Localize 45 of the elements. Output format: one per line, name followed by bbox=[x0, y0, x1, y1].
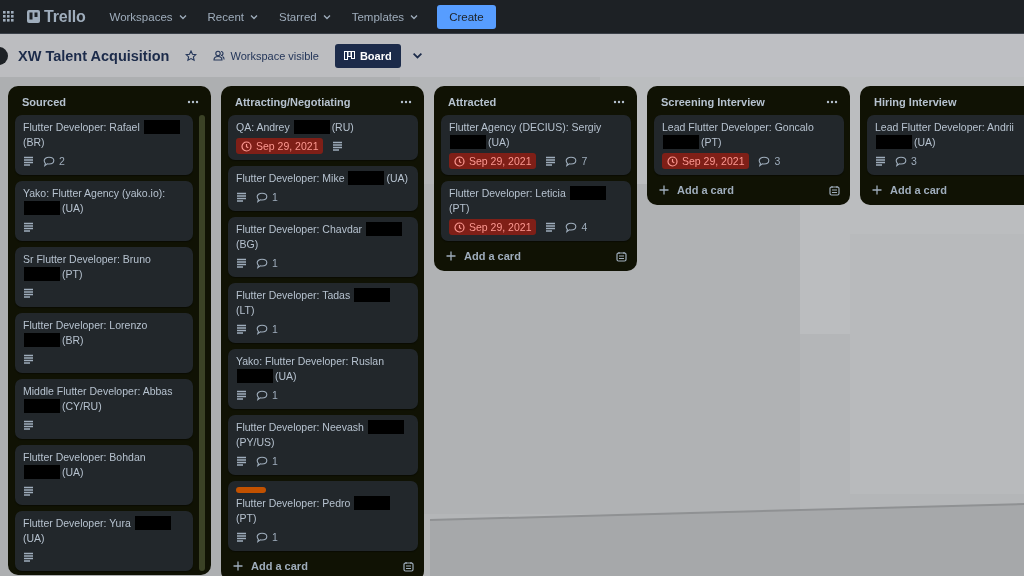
due-date-badge[interactable]: Sep 29, 2021 bbox=[236, 138, 324, 154]
visibility-button[interactable]: Workspace visible bbox=[207, 44, 325, 67]
card-title[interactable]: Lead Flutter Developer: Goncalo (PT) bbox=[662, 120, 836, 150]
nav-menu-button[interactable]: Workspaces bbox=[101, 4, 196, 29]
comment-count: 1 bbox=[272, 321, 278, 337]
card-title[interactable]: Flutter Developer: Rafael (BR) bbox=[23, 120, 185, 150]
comment-count: 1 bbox=[272, 387, 278, 403]
nav-menu-button[interactable]: Starred bbox=[271, 4, 340, 29]
comment-count: 1 bbox=[272, 189, 278, 205]
comment-count: 7 bbox=[581, 153, 588, 169]
due-date-badge[interactable]: Sep 29, 2021 bbox=[449, 153, 537, 169]
card-title[interactable]: Yako: Flutter Developer: Ruslan (UA) bbox=[236, 354, 410, 384]
card-title[interactable]: QA: Andrey (RU) bbox=[236, 120, 410, 135]
card-title[interactable]: Flutter Developer: Tadas (LT) bbox=[236, 288, 410, 318]
comment-count: 3 bbox=[911, 153, 917, 169]
card-title[interactable]: Flutter Developer: Pedro (PT) bbox=[236, 496, 410, 526]
list-title[interactable]: Attracted bbox=[448, 96, 497, 108]
card-title[interactable]: Flutter Developer: Neevash (PY/US) bbox=[236, 420, 410, 450]
comment-count: 1 bbox=[272, 255, 278, 271]
comment-count: 3 bbox=[774, 153, 781, 169]
add-card-button[interactable]: Add a card bbox=[446, 250, 521, 262]
card-title[interactable]: Flutter Developer: Mike (UA) bbox=[236, 171, 410, 186]
comment-count: 1 bbox=[272, 453, 278, 469]
board-view-button[interactable]: Board bbox=[334, 43, 401, 68]
comment-count: 4 bbox=[581, 219, 588, 235]
logo-text[interactable]: Trello bbox=[44, 7, 86, 26]
board-title[interactable]: XW Talent Acquisition bbox=[18, 47, 170, 64]
list-title[interactable]: Hiring Interview bbox=[874, 96, 957, 108]
card-title[interactable]: Flutter Developer: Chavdar (BG) bbox=[236, 222, 410, 252]
nav-menu-button[interactable]: Templates bbox=[343, 4, 428, 29]
card-title[interactable]: Flutter Agency (DECIUS): Sergiy (UA) bbox=[449, 120, 623, 150]
list-title[interactable]: Attracting/Negotiating bbox=[235, 96, 351, 108]
nav-menu-button[interactable]: Recent bbox=[199, 4, 267, 29]
card-title[interactable]: Flutter Developer: Leticia (PT) bbox=[449, 186, 623, 216]
comment-count: 2 bbox=[59, 153, 65, 169]
list-title[interactable]: Screening Interview bbox=[661, 96, 765, 108]
card-title[interactable]: Lead Flutter Developer: Andrii (UA) bbox=[875, 120, 1024, 150]
add-card-button[interactable]: Add a card bbox=[872, 184, 947, 196]
add-card-button[interactable]: Add a card bbox=[659, 184, 734, 196]
list-title[interactable]: Sourced bbox=[22, 96, 66, 108]
add-card-button[interactable]: Add a card bbox=[233, 560, 308, 572]
create-button[interactable]: Create bbox=[437, 4, 496, 29]
due-date-badge[interactable]: Sep 29, 2021 bbox=[662, 153, 750, 169]
due-date-badge[interactable]: Sep 29, 2021 bbox=[449, 219, 537, 235]
comment-count: 1 bbox=[272, 529, 278, 545]
